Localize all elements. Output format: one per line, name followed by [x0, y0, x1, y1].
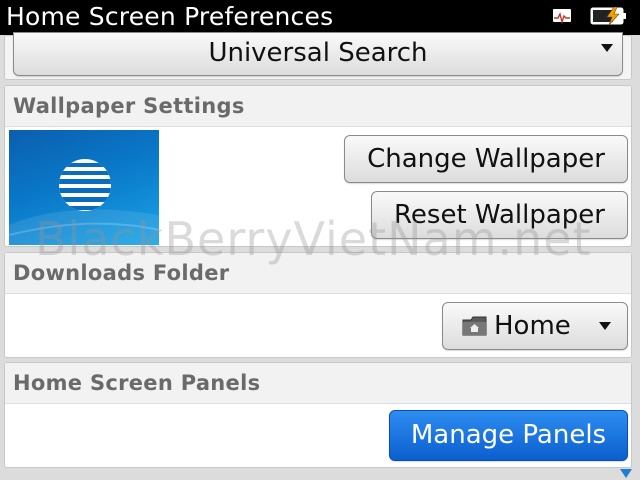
battery-charging-icon	[590, 7, 626, 25]
title-bar: Home Screen Preferences	[0, 0, 640, 35]
signal-icon	[553, 9, 571, 25]
home-panels-header-label: Home Screen Panels	[13, 371, 261, 395]
wallpaper-header: Wallpaper Settings	[5, 86, 631, 127]
downloads-folder-dropdown[interactable]: Home	[442, 302, 628, 350]
page-title: Home Screen Preferences	[6, 2, 334, 31]
search-panel: Universal Search	[4, 32, 632, 80]
manage-panels-label: Manage Panels	[410, 420, 607, 450]
change-wallpaper-label: Change Wallpaper	[367, 144, 605, 174]
change-wallpaper-button[interactable]: Change Wallpaper	[344, 135, 628, 183]
search-dropdown[interactable]: Universal Search	[13, 32, 623, 76]
reset-wallpaper-label: Reset Wallpaper	[394, 200, 605, 230]
chevron-down-icon	[599, 322, 611, 330]
downloads-folder-value: Home	[494, 311, 571, 341]
search-dropdown-value: Universal Search	[208, 38, 428, 68]
wallpaper-thumbnail	[9, 130, 159, 245]
home-panels-header: Home Screen Panels	[5, 363, 631, 404]
manage-panels-button[interactable]: Manage Panels	[389, 410, 628, 461]
downloads-header: Downloads Folder	[5, 253, 631, 294]
downloads-header-label: Downloads Folder	[13, 261, 230, 285]
reset-wallpaper-button[interactable]: Reset Wallpaper	[371, 191, 628, 239]
wallpaper-header-label: Wallpaper Settings	[13, 94, 245, 118]
scroll-down-icon[interactable]	[620, 469, 632, 478]
att-globe-icon	[9, 159, 159, 245]
folder-icon	[462, 316, 487, 336]
chevron-down-icon	[601, 44, 613, 52]
